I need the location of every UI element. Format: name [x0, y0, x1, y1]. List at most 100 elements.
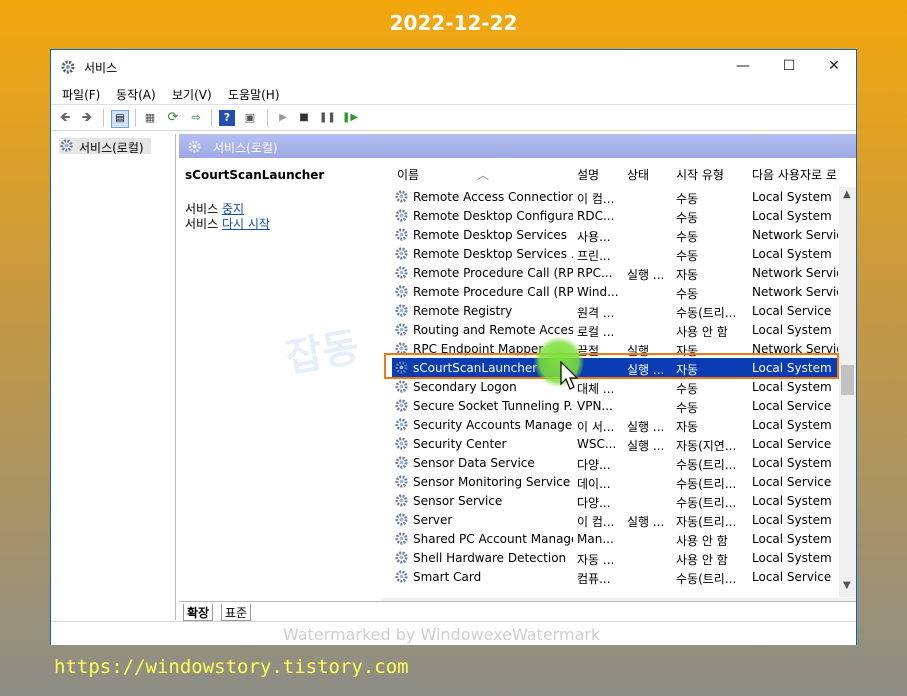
- table-row[interactable]: Security Center WSC... 실행 ... 자동(지연... Local…: [392, 434, 838, 453]
- menu-bar: 파일(F) 동작(A) 보기(V) 도움말(H): [51, 83, 856, 105]
- menu-action[interactable]: 동작(A): [116, 86, 156, 103]
- help-icon[interactable]: ?: [219, 110, 235, 126]
- tab-extended[interactable]: 확장: [183, 604, 214, 621]
- services-window: 서비스 — ☐ ✕ 파일(F) 동작(A) 보기(V) 도움말(H) 🡸 🡺 ▤…: [50, 49, 857, 645]
- service-name: Remote Procedure Call (RP...: [413, 285, 573, 299]
- service-name: Remote Desktop Services ...: [413, 247, 573, 261]
- service-log-on-as: Local System: [752, 190, 832, 204]
- menu-view[interactable]: 보기(V): [172, 86, 212, 103]
- service-status: 실행 ...: [627, 515, 665, 529]
- refresh-icon[interactable]: ⟳: [165, 110, 181, 126]
- properties-icon[interactable]: ▦: [142, 110, 158, 126]
- maximize-button[interactable]: ☐: [766, 50, 812, 83]
- service-name: Sensor Monitoring Service: [413, 475, 571, 489]
- gear-icon: [395, 323, 408, 336]
- start-icon[interactable]: ▶: [275, 110, 291, 126]
- minimize-button[interactable]: —: [720, 50, 766, 83]
- table-row[interactable]: Remote Desktop Configura... RDC... 수동 Local…: [392, 206, 838, 225]
- table-row[interactable]: Remote Desktop Services 사용... 수동 Network Se…: [392, 225, 838, 244]
- service-log-on-as: Local Service: [752, 570, 832, 584]
- table-row[interactable]: Secure Socket Tunneling P... VPN... 수동 Loca…: [392, 396, 838, 415]
- gear-icon: [395, 494, 408, 507]
- column-log-on-as[interactable]: 다음 사용자로 로: [752, 166, 836, 183]
- table-row[interactable]: Secondary Logon 대체 ... 수동 Local System: [392, 377, 838, 396]
- stop-icon[interactable]: ■: [296, 110, 312, 126]
- table-row[interactable]: Remote Registry 원격 ... 수동(트리... Local Servi…: [392, 301, 838, 320]
- gear-icon: [395, 285, 408, 298]
- pause-icon[interactable]: ❚❚: [319, 110, 336, 126]
- service-description: 데이...: [577, 477, 611, 491]
- column-description[interactable]: 설명: [577, 166, 599, 183]
- service-name: Security Accounts Manager: [413, 418, 573, 432]
- column-name[interactable]: 이름: [397, 166, 419, 183]
- service-startup-type: 수동(트리...: [676, 477, 737, 491]
- column-status[interactable]: 상태: [627, 166, 649, 183]
- column-header-row: ︿ 이름 설명 상태 시작 유형 다음 사용자로 로: [382, 158, 856, 187]
- menu-help[interactable]: 도움말(H): [228, 86, 280, 103]
- table-row[interactable]: Sensor Data Service 다양... 수동(트리... Local Sy…: [392, 453, 838, 472]
- table-row[interactable]: Security Accounts Manager 이 서... 실행 ... 자동 L…: [392, 415, 838, 434]
- menu-file[interactable]: 파일(F): [62, 86, 100, 103]
- scrollbar-thumb[interactable]: [841, 365, 854, 395]
- table-row[interactable]: Remote Procedure Call (RP... Wind... 수동 Net…: [392, 282, 838, 301]
- selected-service-name: sCourtScanLauncher: [185, 168, 325, 182]
- service-status: 실행 ...: [627, 439, 665, 453]
- show-tree-icon[interactable]: ▤: [111, 110, 129, 128]
- window-title: 서비스: [84, 61, 118, 75]
- service-startup-type: 수동: [676, 230, 699, 244]
- tree-item-services-local[interactable]: 서비스(로컬): [59, 138, 151, 155]
- stop-service-link[interactable]: 중지: [222, 202, 244, 216]
- resume-icon[interactable]: ❚▶: [342, 110, 358, 126]
- service-name: Server: [413, 513, 453, 527]
- table-row[interactable]: Routing and Remote Access 로컬 ... 사용 안 함 Loc…: [392, 320, 838, 339]
- extended-detail-panel: sCourtScanLauncher 서비스 중지 서비스 다시 시작: [179, 158, 382, 620]
- date-caption: 2022-12-22: [389, 11, 518, 35]
- console-icon[interactable]: ▣: [242, 110, 258, 126]
- table-row[interactable]: Shell Hardware Detection 자동 ... 사용 안 함 Loca…: [392, 548, 838, 567]
- service-startup-type: 자동(지연...: [676, 439, 737, 453]
- tab-standard[interactable]: 표준: [221, 604, 252, 621]
- forward-arrow-icon[interactable]: 🡺: [79, 110, 95, 126]
- service-name: Shared PC Account Manager: [413, 532, 573, 546]
- sort-ascending-icon: ︿: [477, 168, 490, 182]
- close-button[interactable]: ✕: [811, 50, 857, 83]
- table-row[interactable]: Remote Access Connection... 이 컴... 수동 Local…: [392, 187, 838, 206]
- gear-icon: [395, 532, 408, 545]
- table-row[interactable]: Sensor Service 다양... 수동(트리... Local System: [392, 491, 838, 510]
- scroll-up-icon[interactable]: ▲: [843, 189, 851, 200]
- service-startup-type: 수동: [676, 211, 699, 225]
- tree-item-label: 서비스(로컬): [79, 141, 144, 155]
- service-startup-type: 수동(트리...: [676, 496, 737, 510]
- export-icon[interactable]: ⇨: [188, 110, 204, 126]
- table-row[interactable]: Smart Card 컴퓨... 수동(트리... Local Service: [392, 567, 838, 586]
- table-row[interactable]: Remote Procedure Call (RP... RPC... 실행 ...…: [392, 263, 838, 282]
- selection-highlight-box: [384, 353, 839, 379]
- vertical-scrollbar[interactable]: ▲ ▼: [839, 187, 856, 597]
- service-description: 원격 ...: [577, 306, 615, 320]
- gear-icon: [61, 60, 75, 74]
- service-name: Routing and Remote Access: [413, 323, 573, 337]
- service-log-on-as: Local System: [752, 456, 832, 470]
- toolbar-separator: [135, 109, 136, 127]
- table-row[interactable]: Remote Desktop Services ... 프린... 수동 Local …: [392, 244, 838, 263]
- table-row[interactable]: Server 이 컴... 실행 ... 자동(트리... Local System: [392, 510, 838, 529]
- scroll-down-icon[interactable]: ▼: [843, 580, 851, 591]
- tree-pane: 서비스(로컬): [53, 134, 176, 620]
- gear-icon: [395, 228, 408, 241]
- table-row[interactable]: Sensor Monitoring Service 데이... 수동(트리... Lo…: [392, 472, 838, 491]
- service-log-on-as: Local System: [752, 380, 832, 394]
- service-description: 이 서...: [577, 420, 615, 434]
- service-startup-type: 수동(트리...: [676, 572, 737, 586]
- service-log-on-as: Local Service: [752, 304, 832, 318]
- back-arrow-icon[interactable]: 🡸: [57, 110, 73, 126]
- restart-service-link[interactable]: 다시 시작: [222, 217, 270, 231]
- gear-icon: [395, 551, 408, 564]
- service-description: 사용...: [577, 230, 611, 244]
- table-row[interactable]: Shared PC Account Manager Man... 사용 안 함 Loc…: [392, 529, 838, 548]
- service-description: 자동 ...: [577, 553, 615, 567]
- service-description: 로컬 ...: [577, 325, 615, 339]
- service-name: Smart Card: [413, 570, 482, 584]
- service-description: 다양...: [577, 458, 611, 472]
- gear-icon: [395, 513, 408, 526]
- column-startup-type[interactable]: 시작 유형: [676, 166, 724, 183]
